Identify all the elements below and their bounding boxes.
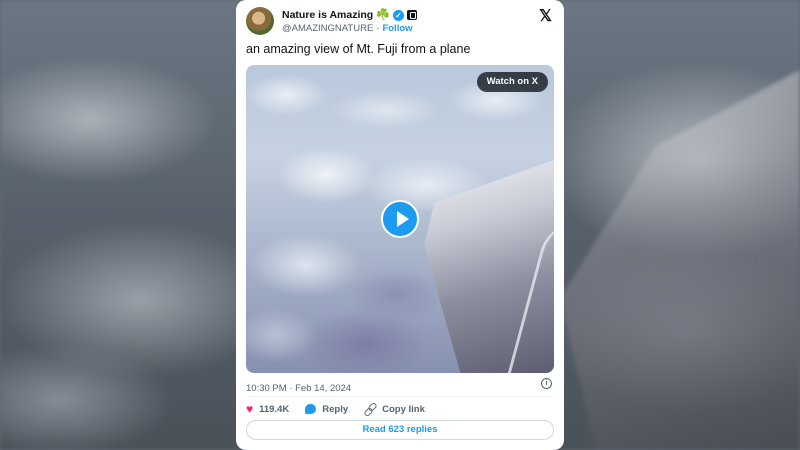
reply-button[interactable]: Reply: [305, 404, 348, 415]
clover-emoji: ☘️: [376, 8, 390, 21]
avatar[interactable]: [246, 7, 274, 35]
heart-icon: ♥: [246, 402, 254, 416]
separator-dot: ·: [376, 23, 380, 34]
verified-badge-icon: ✓: [392, 9, 404, 21]
copy-link-button[interactable]: Copy link: [364, 403, 425, 415]
follow-button[interactable]: Follow: [382, 23, 412, 34]
divider: [246, 396, 554, 397]
action-bar: ♥ 119.4K Reply Copy link: [246, 402, 441, 416]
copy-link-label: Copy link: [382, 403, 425, 415]
author-name[interactable]: Nature is Amazing: [282, 9, 373, 21]
like-button[interactable]: ♥ 119.4K: [246, 403, 289, 415]
play-icon[interactable]: [381, 200, 419, 238]
reply-label: Reply: [322, 403, 349, 415]
author-name-row: Nature is Amazing ☘️ ✓: [282, 9, 417, 21]
timestamp[interactable]: 10:30 PM · Feb 14, 2024: [246, 383, 351, 394]
author-handle[interactable]: @AMAZINGNATURE: [282, 23, 373, 34]
watch-on-x-button[interactable]: Watch on X: [476, 72, 548, 92]
video-player[interactable]: Watch on X: [246, 65, 554, 373]
tweet-embed-card: Nature is Amazing ☘️ ✓ @AMAZINGNATURE · …: [236, 0, 564, 450]
tweet-meta: 10:30 PM · Feb 14, 2024 i: [246, 378, 554, 394]
info-icon[interactable]: i: [541, 378, 552, 389]
x-logo-icon[interactable]: 𝕏: [539, 8, 552, 26]
like-count: 119.4K: [259, 403, 290, 415]
handle-row: @AMAZINGNATURE · Follow: [282, 23, 413, 34]
reply-bubble-icon: [305, 404, 317, 414]
read-replies-button[interactable]: Read 623 replies: [246, 420, 554, 440]
tweet-text: an amazing view of Mt. Fuji from a plane: [246, 42, 471, 56]
link-icon: [364, 403, 376, 415]
affiliate-badge-icon: [406, 10, 417, 20]
tweet-header: Nature is Amazing ☘️ ✓ @AMAZINGNATURE · …: [246, 7, 554, 37]
background-mountain: [560, 70, 800, 450]
